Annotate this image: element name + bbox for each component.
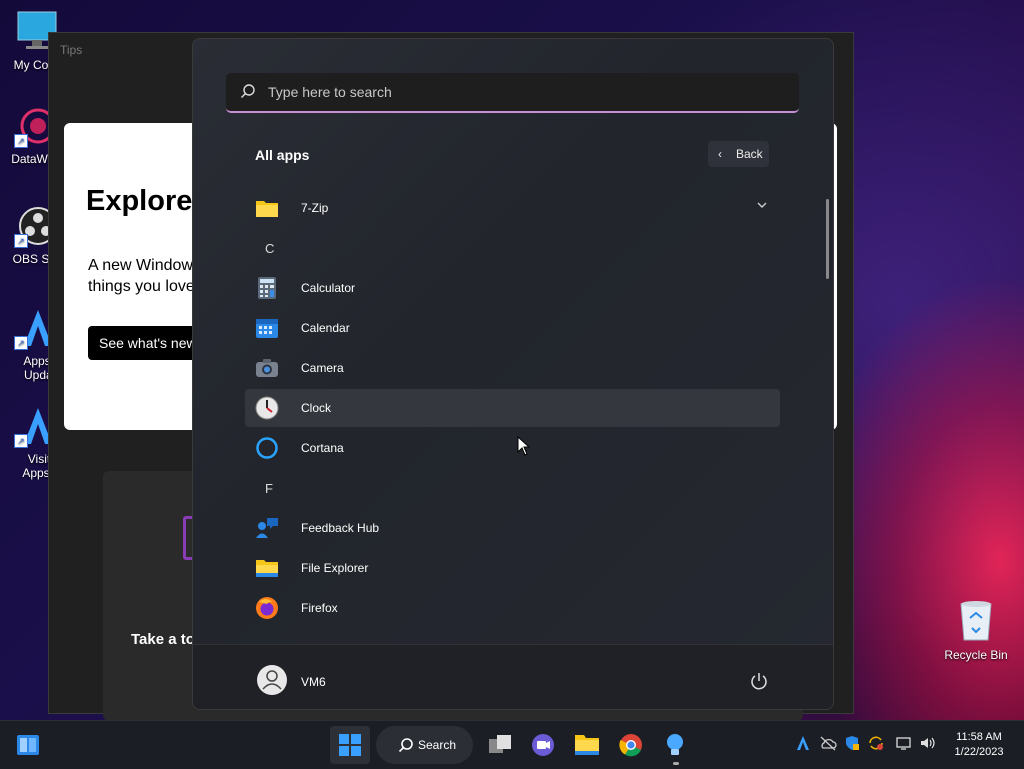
volume-icon[interactable] (919, 735, 937, 754)
back-label: Back (736, 147, 763, 161)
app-item-calculator[interactable]: Calculator (245, 269, 780, 307)
app-name: Feedback Hub (301, 521, 380, 535)
start-menu-footer: VM6 (193, 644, 833, 709)
app-name: 7-Zip (301, 201, 329, 215)
shortcut-arrow-icon: ↗ (14, 134, 28, 148)
network-icon[interactable] (895, 735, 913, 754)
calculator-icon (255, 276, 279, 300)
file-explorer-icon (255, 556, 279, 580)
start-search-box[interactable]: Type here to search (226, 73, 799, 113)
start-button[interactable] (330, 726, 370, 764)
sync-icon[interactable] (867, 735, 885, 754)
mouse-cursor-icon (517, 435, 531, 461)
search-icon (398, 737, 414, 758)
taskbar-search-label: Search (418, 738, 457, 752)
search-placeholder: Type here to search (268, 84, 392, 100)
letter-header-c[interactable]: C (265, 241, 274, 256)
app-item-cortana[interactable]: Cortana (245, 429, 780, 467)
feedback-hub-icon (255, 516, 279, 540)
window-title: Tips (60, 43, 83, 57)
all-apps-heading: All apps (255, 147, 310, 163)
app-name: Calendar (301, 321, 350, 335)
appsit-tray-icon[interactable] (795, 735, 811, 754)
user-name[interactable]: VM6 (301, 675, 326, 689)
app-item-clock[interactable]: Clock (245, 389, 780, 427)
teams-chat-button[interactable] (523, 726, 563, 764)
user-avatar[interactable] (257, 665, 287, 695)
app-item-7zip[interactable]: 7-Zip (245, 189, 780, 227)
taskbar: Search 11:58 AM 1/22/2023 (0, 720, 1024, 769)
shortcut-arrow-icon: ↗ (14, 336, 28, 350)
search-icon (240, 83, 256, 104)
back-button[interactable]: ‹ Back (708, 141, 769, 167)
firefox-icon (255, 596, 279, 620)
clock-time: 11:58 AM (956, 731, 1002, 743)
app-name: Camera (301, 361, 344, 375)
app-name: Cortana (301, 441, 344, 455)
chevron-down-icon[interactable] (756, 199, 768, 214)
clock-icon (255, 396, 279, 420)
app-item-file-explorer[interactable]: File Explorer (245, 549, 780, 587)
power-icon[interactable] (749, 671, 769, 696)
shield-icon[interactable] (844, 735, 860, 754)
app-list-scrollbar[interactable] (826, 199, 829, 279)
app-item-calendar[interactable]: Calendar (245, 309, 780, 347)
calendar-icon (255, 316, 279, 340)
widgets-button[interactable] (8, 726, 48, 764)
running-indicator (673, 762, 679, 765)
chrome-button[interactable] (611, 726, 651, 764)
app-item-feedback-hub[interactable]: Feedback Hub (245, 509, 780, 547)
tips-app-button[interactable] (655, 726, 695, 764)
camera-icon (255, 356, 279, 380)
taskbar-clock[interactable]: 11:58 AM 1/22/2023 (946, 730, 1012, 760)
file-explorer-taskbar-button[interactable] (567, 726, 607, 764)
app-item-camera[interactable]: Camera (245, 349, 780, 387)
task-view-button[interactable] (480, 726, 520, 764)
taskbar-search-button[interactable]: Search (376, 726, 473, 764)
folder-icon (255, 196, 279, 220)
app-item-firefox[interactable]: Firefox (245, 589, 780, 627)
chevron-left-icon: ‹ (718, 147, 722, 161)
shortcut-arrow-icon: ↗ (14, 234, 28, 248)
clock-date: 1/22/2023 (954, 746, 1004, 758)
start-menu[interactable]: Type here to search All apps ‹ Back 7-Zi… (192, 38, 834, 710)
hero-heading: Explore (86, 185, 193, 217)
cortana-icon (255, 436, 279, 460)
app-name: Firefox (301, 601, 338, 615)
tour-card-title: Take a to (131, 631, 195, 648)
letter-header-f[interactable]: F (265, 481, 273, 496)
app-name: Calculator (301, 281, 356, 295)
desktop-icon-recycle-bin[interactable]: Recycle Bin (940, 598, 1012, 662)
cloud-icon[interactable] (819, 735, 837, 754)
see-whats-new-button[interactable]: See what's new (88, 326, 208, 360)
recycle-bin-label: Recycle Bin (944, 648, 1008, 662)
shortcut-arrow-icon: ↗ (14, 434, 28, 448)
app-name: File Explorer (301, 561, 369, 575)
app-name: Clock (301, 401, 332, 415)
recycle-bin-icon (956, 598, 996, 642)
